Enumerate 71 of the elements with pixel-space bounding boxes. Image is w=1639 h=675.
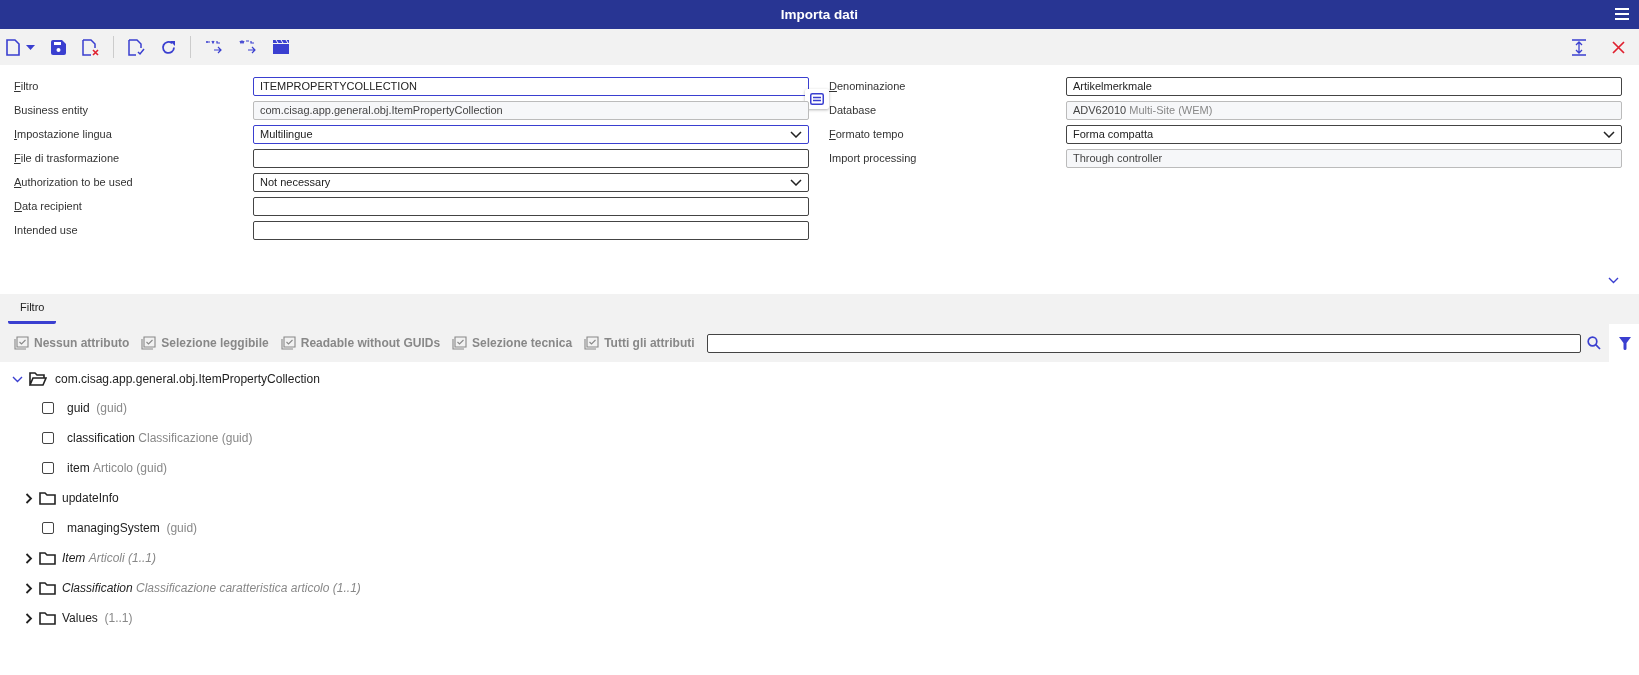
checklist-icon [280, 336, 296, 350]
chevron-right-icon[interactable] [25, 612, 33, 624]
dropdown-field[interactable]: Multilingue [253, 124, 809, 144]
input-field[interactable] [253, 220, 809, 240]
list-icon[interactable] [805, 89, 829, 109]
attribute-label[interactable]: managingSystem (guid) [67, 521, 198, 535]
attribute-label[interactable]: item Articolo (guid) [67, 461, 168, 475]
caret-icon[interactable] [26, 44, 35, 50]
checklist-icon [452, 336, 468, 350]
tree-node-label[interactable]: Classification Classificazione caratteristica articolo (1..1) [62, 581, 361, 595]
field-label: Data recipient [14, 200, 83, 213]
checklist-icon [584, 336, 600, 350]
folder-icon [39, 551, 56, 565]
attribute-label[interactable]: guid (guid) [67, 401, 128, 415]
field-label: Intended use [14, 224, 79, 237]
field-label: Impostazione lingua [14, 128, 113, 141]
field-label: Business entity [14, 104, 89, 117]
checkbox[interactable] [42, 522, 54, 534]
field-label: Formato tempo [829, 128, 905, 141]
delete-document-icon[interactable] [82, 38, 99, 56]
readonly-field: Through controller [1066, 148, 1622, 168]
chevron-down-icon [1603, 130, 1615, 138]
search-field[interactable] [706, 333, 1581, 353]
tree-node-label[interactable]: com.cisag.app.general.obj.ItemPropertyCollection [55, 372, 320, 386]
xml-export-icon[interactable] [205, 39, 223, 55]
wsdl-export-icon[interactable] [239, 39, 257, 55]
input-field[interactable]: ITEMPROPERTYCOLLECTION [253, 76, 809, 96]
refresh-icon[interactable] [161, 39, 176, 55]
chevron-down-icon [790, 130, 802, 138]
chevron-right-icon[interactable] [25, 492, 33, 504]
tree-node-label[interactable]: updateInfo [62, 491, 119, 505]
checkbox[interactable] [42, 462, 54, 474]
checkbox[interactable] [42, 432, 54, 444]
folder-icon [39, 581, 56, 595]
field-label: Filtro [14, 80, 40, 93]
readonly-field: com.cisag.app.general.obj.ItemPropertyCollection [253, 100, 809, 120]
tree-node-label[interactable]: Values (1..1) [62, 611, 133, 625]
input-field[interactable]: Artikelmerkmale [1066, 76, 1622, 96]
checklist-icon [141, 336, 157, 350]
expand-vertical-icon[interactable] [1572, 38, 1586, 56]
readonly-field: ADV62010 Multi-Site (WEM) [1066, 100, 1622, 120]
check-document-icon[interactable] [128, 38, 145, 56]
open-folder-icon [29, 372, 47, 386]
input-field[interactable] [253, 196, 809, 216]
chevron-right-icon[interactable] [25, 582, 33, 594]
chevron-down-icon[interactable] [12, 375, 23, 383]
tree-node-label[interactable]: Item Articoli (1..1) [62, 551, 157, 565]
new-document-icon[interactable] [6, 38, 20, 56]
search-icon[interactable] [1587, 336, 1601, 350]
chevron-down-icon [790, 178, 802, 186]
input-field[interactable] [253, 148, 809, 168]
chevron-down-icon[interactable] [1608, 276, 1619, 284]
menu-icon[interactable] [1615, 8, 1629, 20]
chevron-right-icon[interactable] [25, 552, 33, 564]
close-icon[interactable] [1612, 40, 1625, 54]
checkbox[interactable] [42, 402, 54, 414]
field-label: Denominazione [829, 80, 907, 93]
field-label: File di trasformazione [14, 152, 121, 165]
dropdown-field[interactable]: Forma compatta [1066, 124, 1622, 144]
save-icon[interactable] [51, 39, 66, 55]
checklist-icon [14, 336, 29, 350]
clapperboard-icon[interactable] [273, 40, 289, 54]
field-label: Import processing [829, 152, 918, 165]
dropdown-field[interactable]: Not necessary [253, 172, 809, 192]
field-label: Database [829, 104, 878, 117]
window-title: Importa dati [780, 7, 859, 22]
filter-icon[interactable] [1619, 337, 1631, 350]
attribute-label[interactable]: classification Classificazione (guid) [67, 431, 253, 445]
folder-icon [39, 491, 56, 505]
field-label: Authorization to be used [14, 176, 134, 189]
folder-icon [39, 611, 56, 625]
